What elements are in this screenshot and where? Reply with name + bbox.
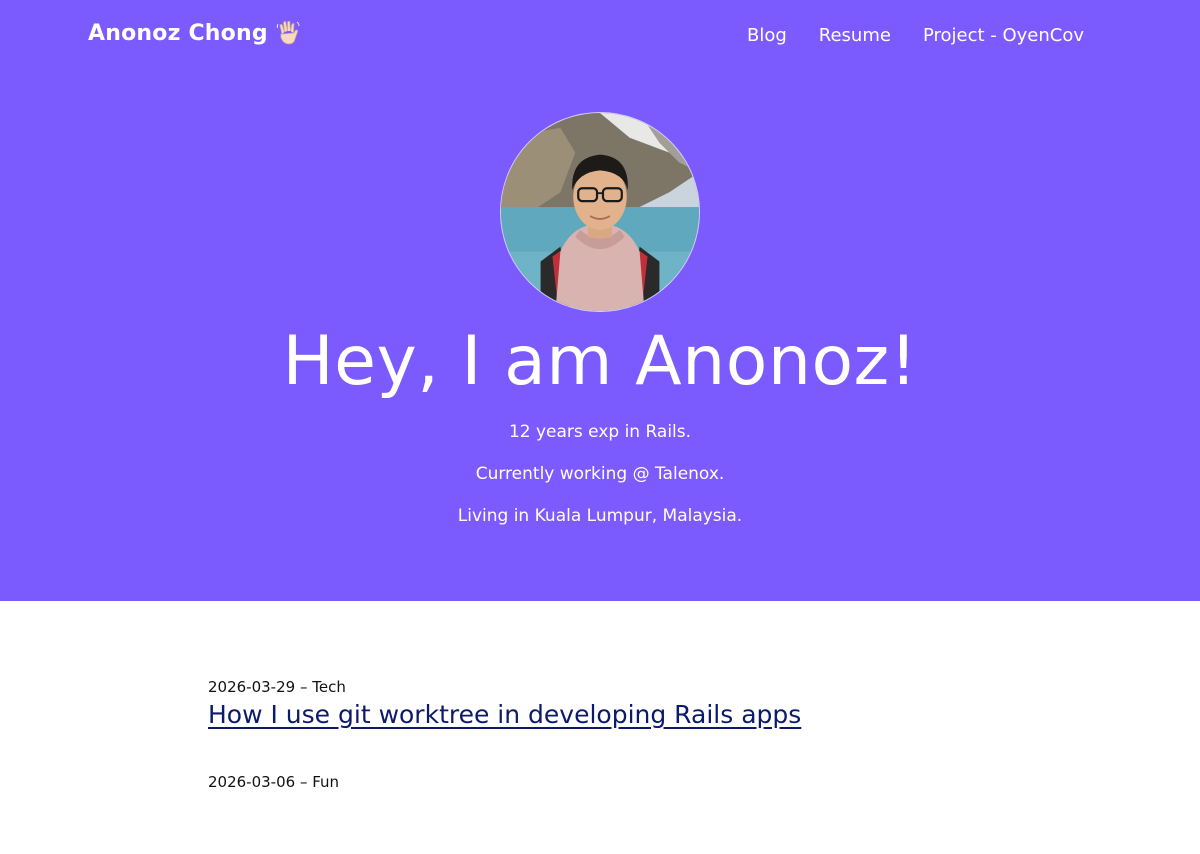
- nav-resume-link[interactable]: Resume: [819, 25, 891, 46]
- post-category: Fun: [312, 773, 340, 791]
- post-meta: 2026-03-29 – Tech: [208, 678, 346, 696]
- waving-hand-icon: [276, 20, 300, 46]
- post-title-link[interactable]: How I use git worktree in developing Rai…: [208, 700, 801, 729]
- post-date: 2026-03-29: [208, 678, 296, 696]
- list-item: 2026-03-29 – Tech How I use git worktree…: [208, 678, 1008, 729]
- brand-link[interactable]: Anonoz Chong: [88, 20, 300, 46]
- bio-line-work: Currently working @ Talenox.: [475, 464, 725, 484]
- list-item: 2026-03-06 – Fun: [208, 773, 1008, 810]
- hero-section: Anonoz Chong Blog Resume Project - OyenC…: [0, 0, 1200, 601]
- bio-line-experience: 12 years exp in Rails.: [508, 422, 692, 442]
- post-meta: 2026-03-06 – Fun: [208, 773, 340, 791]
- bio-line-location: Living in Kuala Lumpur, Malaysia.: [457, 506, 743, 526]
- main-nav: Blog Resume Project - OyenCov: [747, 25, 1084, 46]
- nav-project-oyencov-link[interactable]: Project - OyenCov: [923, 25, 1084, 46]
- post-date: 2026-03-06: [208, 773, 296, 791]
- post-list: 2026-03-29 – Tech How I use git worktree…: [208, 678, 1008, 854]
- profile-avatar: [500, 112, 700, 312]
- brand-name: Anonoz Chong: [88, 20, 268, 46]
- post-category: Tech: [312, 678, 346, 696]
- nav-blog-link[interactable]: Blog: [747, 25, 787, 46]
- page-headline: Hey, I am Anonoz!: [282, 322, 918, 401]
